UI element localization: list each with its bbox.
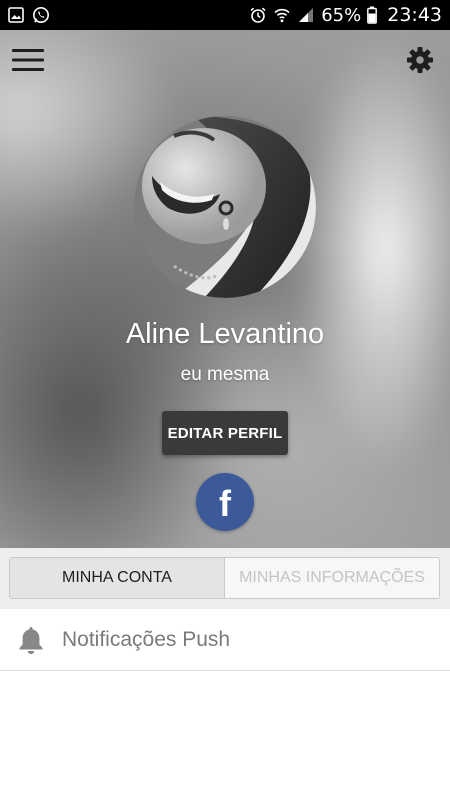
battery-percentage: 65% [321,4,362,26]
push-notifications-label: Notificações Push [62,627,231,651]
profile-photo [134,116,316,298]
gear-icon [407,47,433,73]
edit-profile-button[interactable]: EDITAR PERFIL [162,411,288,455]
wifi-icon [273,6,291,24]
tab-minhas-informacoes[interactable]: MINHAS INFORMAÇÕES [225,558,439,598]
hamburger-menu-icon [12,49,44,71]
clock: 23:43 [387,4,442,26]
gallery-icon [8,7,24,23]
screen: 65% 23:43 Aline Levantino eu mesma EDITA… [0,0,450,800]
alarm-icon [249,6,267,24]
status-right: 65% 23:43 [249,4,442,26]
settings-button[interactable] [402,42,438,78]
profile-name: Aline Levantino [125,318,325,350]
tabs-area: MINHA CONTA MINHAS INFORMAÇÕES [0,548,450,609]
profile-avatar[interactable] [134,116,316,298]
status-left [8,6,50,24]
tab-minha-conta[interactable]: MINHA CONTA [10,558,225,598]
facebook-icon: f [219,483,231,524]
profile-subtitle: eu mesma [180,364,270,385]
battery-icon [367,6,378,24]
push-notifications-item[interactable]: Notificações Push [0,609,450,671]
signal-icon [297,6,315,24]
facebook-button[interactable]: f [196,473,254,531]
bell-icon [16,624,46,656]
segmented-tabs: MINHA CONTA MINHAS INFORMAÇÕES [9,557,440,599]
menu-button[interactable] [10,42,46,78]
status-bar: 65% 23:43 [0,0,450,30]
profile-header: Aline Levantino eu mesma EDITAR PERFIL f [0,30,450,548]
whatsapp-icon [32,6,50,24]
